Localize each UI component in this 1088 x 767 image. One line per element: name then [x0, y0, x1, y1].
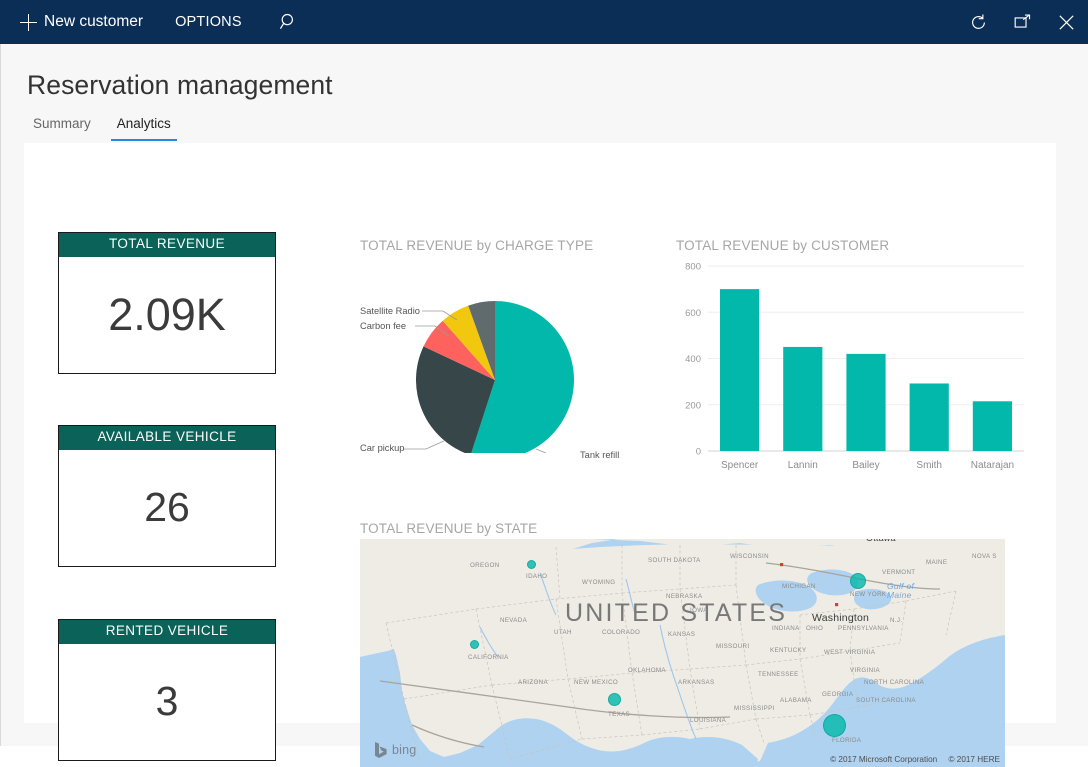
page-title: Reservation management [27, 70, 333, 101]
tab-bar: Summary Analytics [27, 116, 191, 141]
bing-icon [374, 741, 388, 759]
map-credit-here: © 2017 HERE [948, 755, 1000, 764]
page-body: Reservation management Summary Analytics… [0, 44, 1088, 746]
bar-bailey[interactable] [846, 354, 885, 451]
bar-spencer[interactable] [720, 289, 759, 451]
plus-icon [20, 14, 37, 31]
pie-chart-total-revenue-by-charge-type[interactable]: TOTAL REVENUE by CHARGE TYPE Satellite R… [360, 238, 660, 453]
pie-slices [416, 301, 574, 453]
y-tick-label: 600 [685, 308, 701, 319]
bar-y-axis-ticks: 0 200 400 600 800 [685, 262, 701, 458]
x-tick-label: Bailey [852, 460, 879, 471]
kpi-title: RENTED VEHICLE [59, 620, 275, 644]
options-menu-button[interactable]: OPTIONS [169, 10, 248, 34]
bing-label: bing [392, 743, 416, 757]
window-controls [956, 0, 1088, 44]
refresh-icon[interactable] [956, 0, 1000, 44]
pie-svg [360, 263, 660, 453]
close-glyph [1057, 13, 1076, 32]
search-glyph [279, 12, 299, 32]
map-bubble-idaho[interactable] [527, 560, 536, 569]
refresh-glyph [969, 13, 988, 32]
new-customer-button[interactable]: New customer [12, 9, 151, 35]
y-tick-label: 200 [685, 400, 701, 411]
bing-logo[interactable]: bing [374, 741, 416, 759]
bar-smith[interactable] [910, 383, 949, 451]
kpi-value: 26 [59, 450, 275, 566]
window-title-bar: New customer OPTIONS [0, 0, 1088, 44]
kpi-title: TOTAL REVENUE [59, 233, 275, 257]
kpi-card-rented-vehicle[interactable]: RENTED VEHICLE 3 [58, 619, 276, 761]
pie-chart-title: TOTAL REVENUE by CHARGE TYPE [360, 238, 593, 253]
kpi-value: 2.09K [59, 257, 275, 373]
bar-lannin[interactable] [783, 347, 822, 451]
map-credits: © 2017 Microsoft Corporation © 2017 HERE [821, 755, 1000, 764]
bar-chart-total-revenue-by-customer[interactable]: TOTAL REVENUE by CUSTOMER 0 200 400 600 800 … [676, 238, 1028, 478]
report-canvas: TOTAL REVENUE 2.09K AVAILABLE VEHICLE 26… [24, 143, 1056, 723]
pie-label-tank-refill: Tank refill [580, 450, 619, 460]
map-bubble-california[interactable] [470, 640, 479, 649]
tab-summary[interactable]: Summary [27, 116, 97, 141]
map-bubble-florida[interactable] [823, 714, 846, 737]
map-credit-microsoft: © 2017 Microsoft Corporation [830, 755, 937, 764]
pop-out-icon[interactable] [1000, 0, 1044, 44]
map-total-revenue-by-state[interactable]: TOTAL REVENUE by STATE [360, 521, 1028, 721]
bar-series [720, 289, 1012, 451]
map-frame[interactable]: UNITED STATES Washington Gulf ofMaine OR… [360, 539, 1005, 767]
bar-natarajan[interactable] [973, 401, 1012, 451]
kpi-card-available-vehicle[interactable]: AVAILABLE VEHICLE 26 [58, 425, 276, 567]
kpi-card-total-revenue[interactable]: TOTAL REVENUE 2.09K [58, 232, 276, 374]
bar-svg: 0 200 400 600 800 Spencer Lannin Bailey Smith Na… [676, 256, 1028, 481]
pie-label-satellite-radio: Satellite Radio [360, 306, 420, 316]
y-tick-label: 400 [685, 354, 701, 365]
bar-x-axis-labels: Spencer Lannin Bailey Smith Natarajan [721, 460, 1014, 471]
x-tick-label: Spencer [721, 460, 759, 471]
map-basemap [360, 539, 1005, 767]
bar-chart-title: TOTAL REVENUE by CUSTOMER [676, 238, 889, 253]
map-title: TOTAL REVENUE by STATE [360, 521, 537, 536]
tab-analytics[interactable]: Analytics [111, 116, 177, 141]
y-tick-label: 0 [696, 447, 701, 458]
x-tick-label: Lannin [788, 460, 818, 471]
pie-label-car-pickup: Car pickup [360, 443, 404, 453]
search-icon[interactable] [276, 9, 302, 35]
new-customer-label: New customer [44, 13, 143, 31]
pop-out-glyph [1013, 13, 1032, 32]
close-icon[interactable] [1044, 0, 1088, 44]
kpi-title: AVAILABLE VEHICLE [59, 426, 275, 450]
x-tick-label: Smith [916, 460, 942, 471]
pie-label-carbon-fee: Carbon fee [360, 321, 406, 331]
map-bubble-new-york[interactable] [850, 573, 866, 589]
x-tick-label: Natarajan [971, 460, 1014, 471]
y-tick-label: 800 [685, 262, 701, 273]
kpi-value: 3 [59, 644, 275, 760]
map-bubble-texas[interactable] [608, 693, 621, 706]
